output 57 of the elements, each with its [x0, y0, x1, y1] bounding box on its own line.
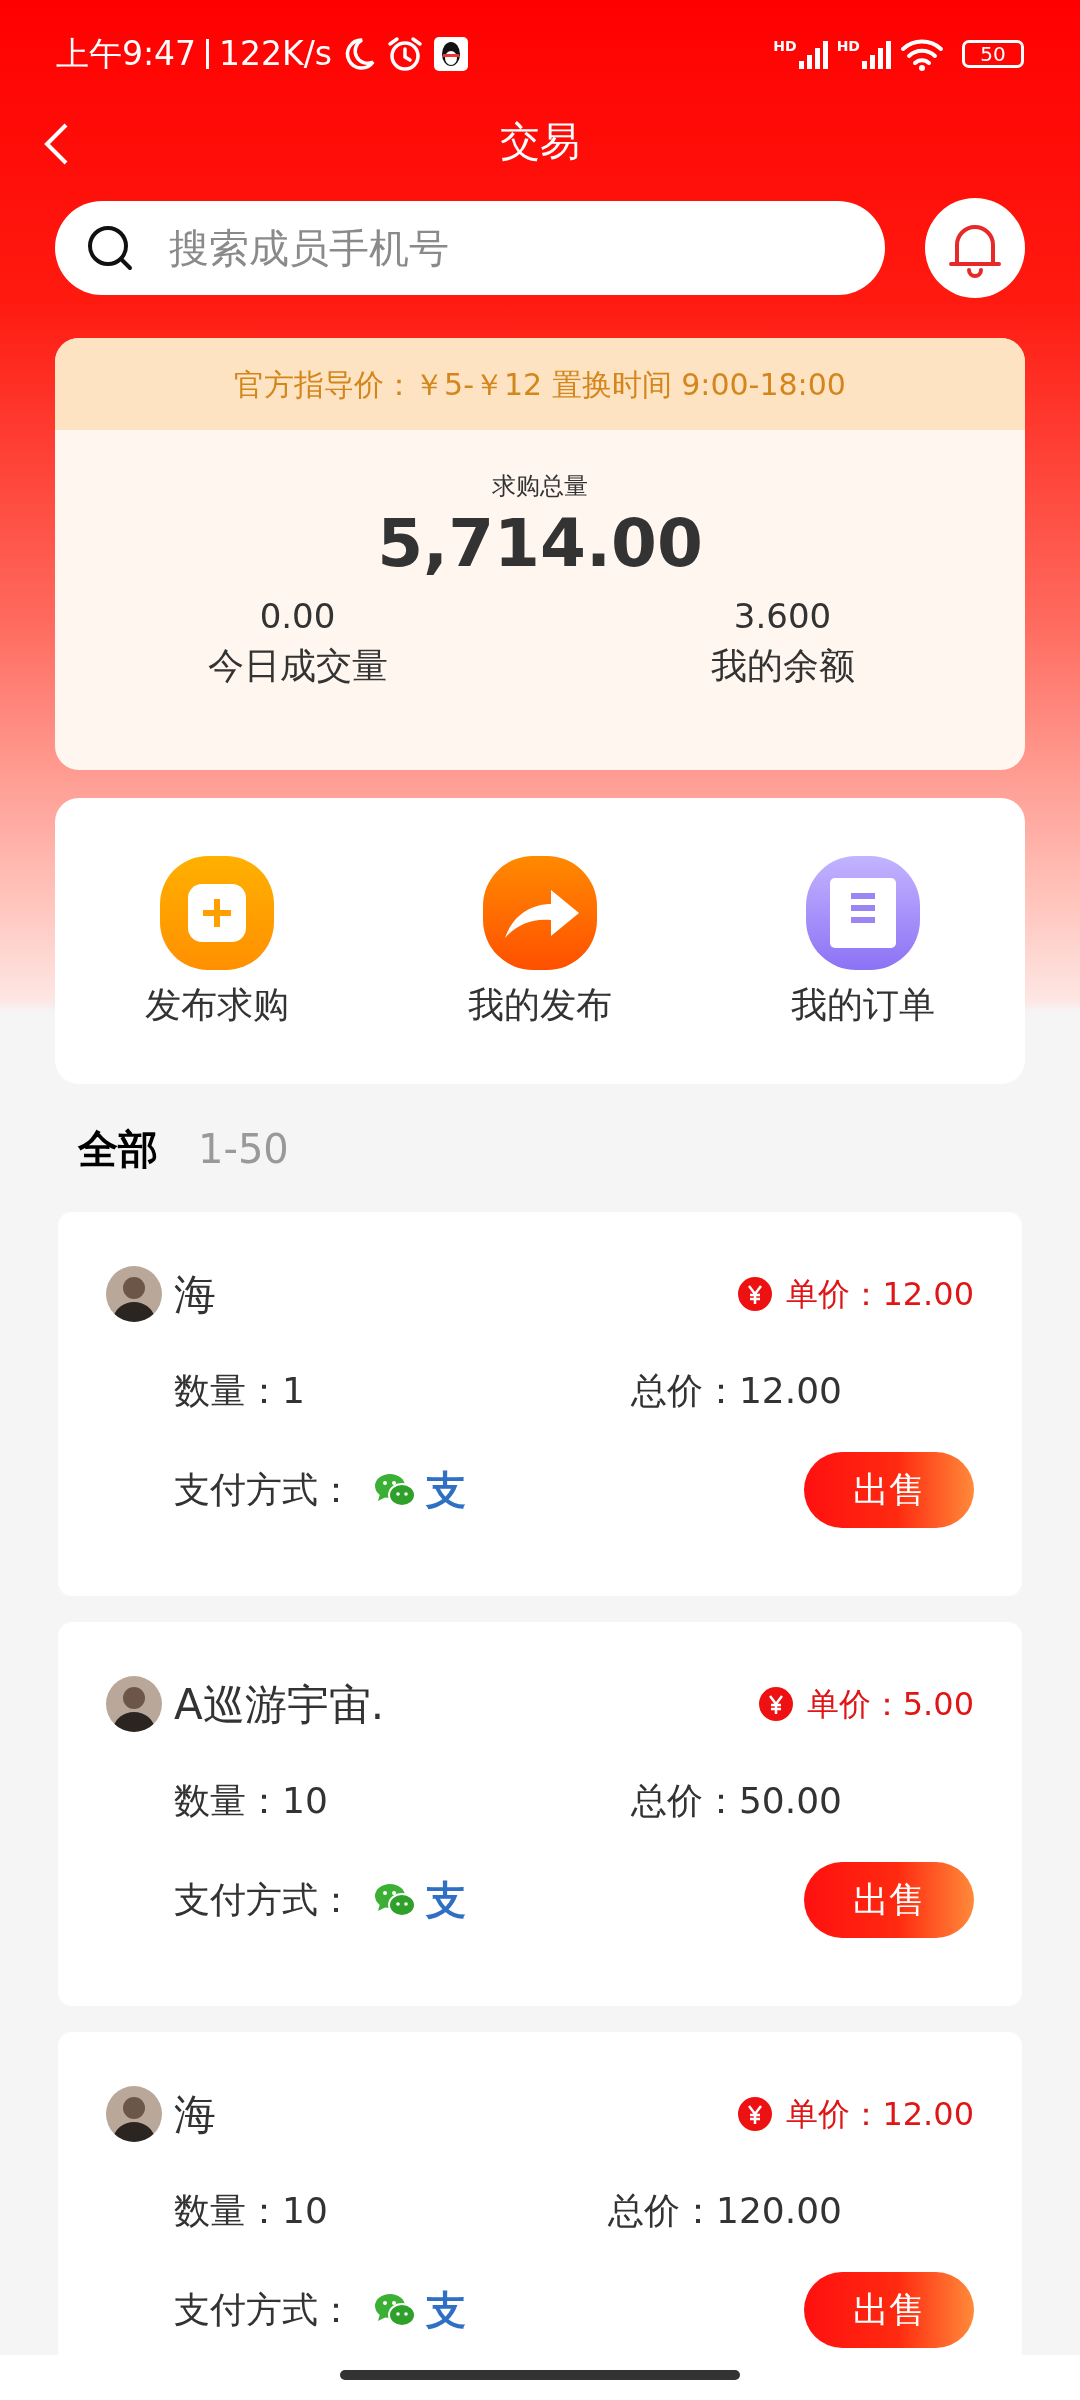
alipay-icon: 支: [426, 1470, 466, 1510]
stat-value: 3.600: [733, 595, 832, 639]
yuan-icon: [738, 2097, 773, 2131]
sell-button[interactable]: 出售: [804, 1452, 974, 1528]
avatar-icon: [106, 2086, 162, 2142]
payment-label: 支付方式：: [174, 1878, 354, 1922]
user-name: 海: [174, 1268, 216, 1321]
wechat-icon: [374, 1472, 416, 1508]
avatar-icon: [106, 1676, 162, 1732]
notice-text: 官方指导价：￥5-￥12 置换时间 9:00-18:00: [234, 365, 846, 404]
unit-price: 单价：12.00: [786, 1274, 974, 1315]
yuan-icon: [758, 1687, 793, 1721]
total-label: 求购总量: [492, 471, 588, 502]
search-icon: [85, 223, 135, 273]
battery-indicator: 50: [962, 40, 1024, 68]
quantity-text: 数量：10: [174, 2189, 329, 2233]
sell-button[interactable]: 出售: [804, 2272, 974, 2348]
action-button[interactable]: 发布求购: [55, 856, 379, 1032]
back-icon[interactable]: [42, 122, 70, 166]
unit-price: 单价：12.00: [786, 2094, 974, 2135]
avatar-icon: [106, 1266, 162, 1322]
list-range: 1-50: [198, 1125, 289, 1174]
action-button[interactable]: 我的发布: [378, 856, 702, 1032]
user-name: 海: [174, 2088, 216, 2141]
payment-label: 支付方式：: [174, 2288, 354, 2332]
page-title: 交易: [500, 117, 580, 166]
payment-label: 支付方式：: [174, 1468, 354, 1512]
alipay-icon: 支: [426, 1880, 466, 1920]
action-button[interactable]: 我的订单: [701, 856, 1025, 1032]
quantity-text: 数量：10: [174, 1779, 329, 1823]
wifi-icon: [900, 37, 944, 71]
total-price: 总价：50.00: [630, 1779, 843, 1823]
quantity-text: 数量：1: [174, 1369, 306, 1413]
alipay-icon: 支: [426, 2290, 466, 2330]
network-speed: 122K/s: [219, 33, 333, 76]
stat-value: 0.00: [259, 595, 336, 639]
total-value: 5,714.00: [377, 504, 703, 584]
user-name: A巡游宇宙.: [174, 1678, 385, 1731]
yuan-icon: [738, 1277, 773, 1311]
alarm-icon: [386, 35, 425, 73]
stat-label: 我的余额: [710, 643, 855, 688]
signal-icon: [798, 39, 829, 69]
status-time: 上午9:47: [56, 33, 197, 76]
total-price: 总价：120.00: [608, 2189, 843, 2233]
sell-button[interactable]: 出售: [804, 1862, 974, 1938]
wechat-icon: [374, 2292, 416, 2328]
search-input: 搜索成员手机号: [169, 218, 885, 278]
stat-label: 今日成交量: [207, 643, 388, 688]
search-field[interactable]: 搜索成员手机号: [55, 201, 885, 295]
wechat-icon: [374, 1882, 416, 1918]
network-type-label: HD: [836, 39, 860, 53]
unit-price: 单价：5.00: [806, 1684, 974, 1725]
network-type-label: HD: [773, 39, 797, 53]
total-price: 总价：12.00: [630, 1369, 843, 1413]
penguin-icon: [434, 37, 469, 71]
list-title: 全部: [78, 1125, 158, 1174]
signal-icon: [862, 39, 892, 69]
